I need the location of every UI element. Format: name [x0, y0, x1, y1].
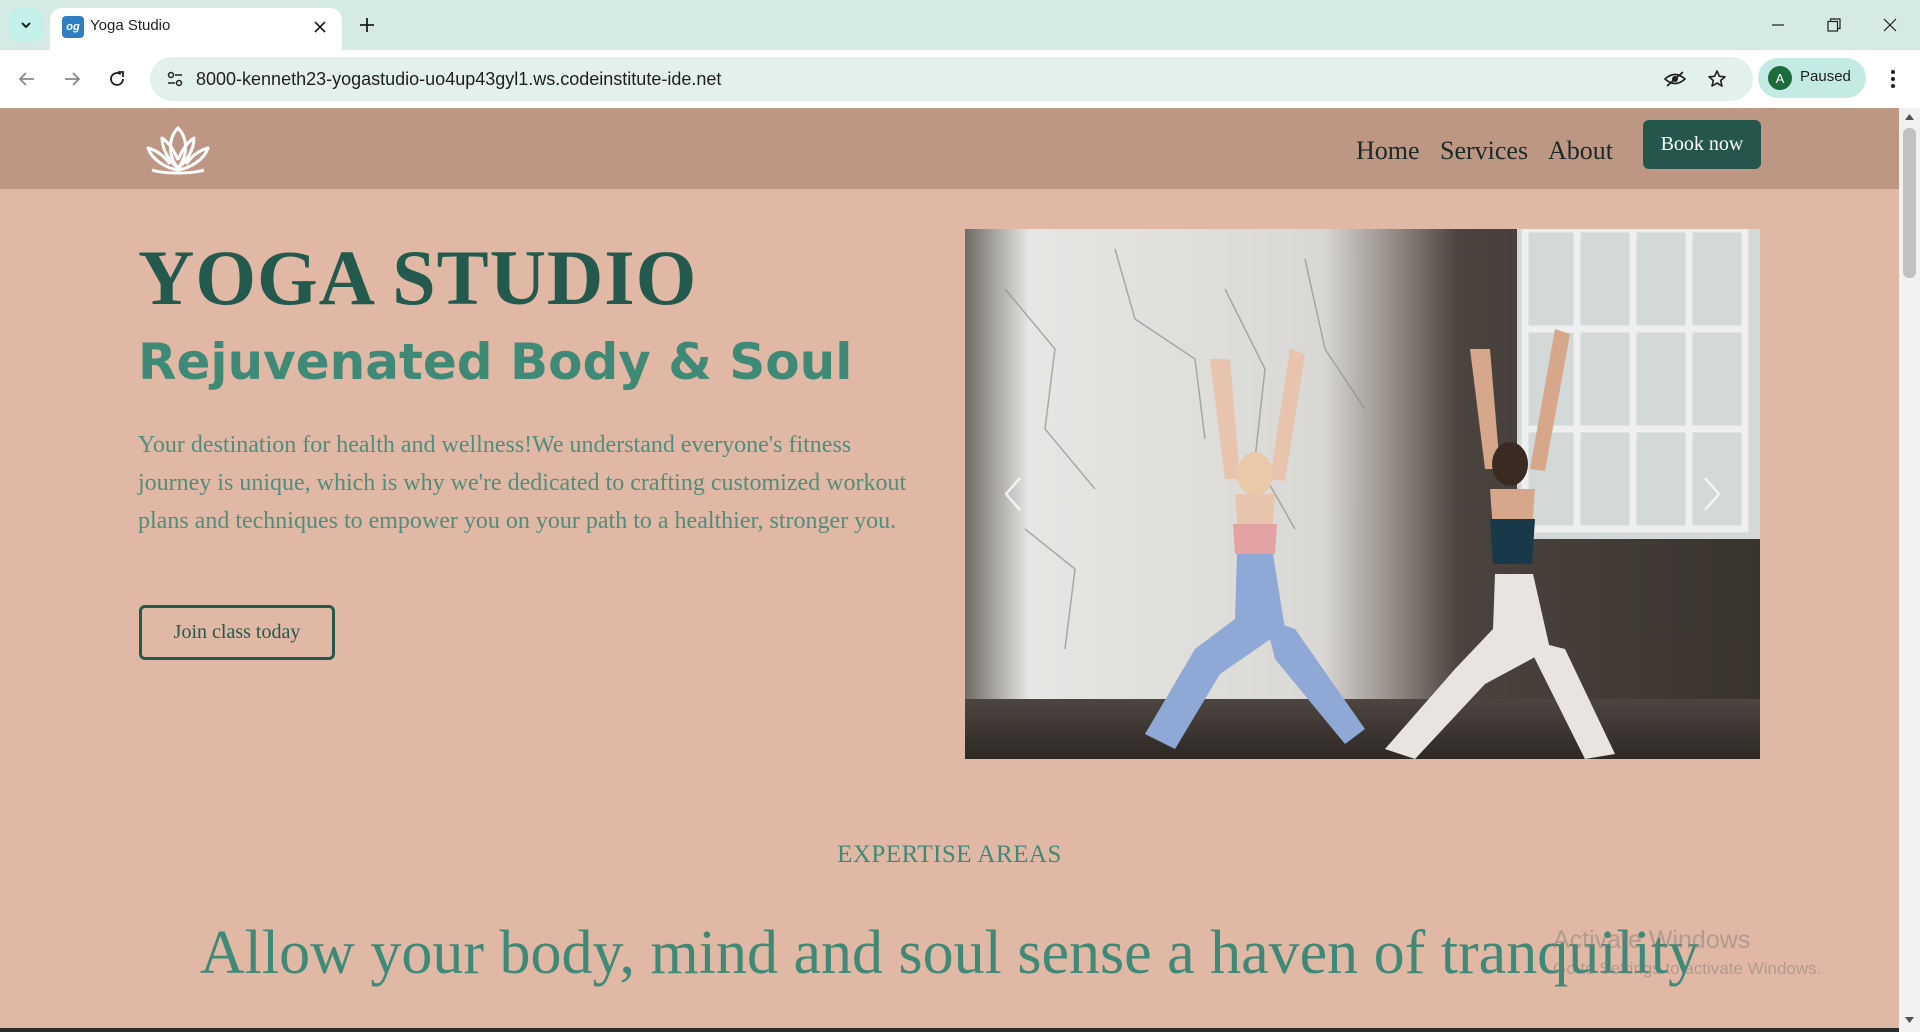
minimize-icon — [1772, 24, 1784, 26]
browser-toolbar: 8000-kenneth23-yogastudio-uo4up43gyl1.ws… — [0, 50, 1920, 108]
back-button[interactable] — [10, 62, 44, 96]
close-icon — [314, 21, 326, 33]
tune-icon — [167, 71, 183, 87]
more-vertical-icon — [1891, 70, 1895, 88]
chevron-right-icon — [1704, 477, 1721, 511]
bookmark-button[interactable] — [1702, 64, 1732, 94]
restore-icon — [1827, 18, 1841, 32]
tab-close-button[interactable] — [308, 15, 332, 39]
scroll-up-arrow-icon[interactable] — [1904, 113, 1915, 121]
new-tab-button[interactable] — [352, 10, 382, 40]
nav-link-home[interactable]: Home — [1356, 136, 1420, 166]
watermark-subtitle: Go to Settings to activate Windows. — [1553, 959, 1822, 978]
eye-off-icon — [1663, 71, 1687, 87]
arrow-left-icon — [18, 72, 34, 86]
hero-subtitle: Rejuvenated Body & Soul — [138, 333, 853, 391]
site-navbar: Home Services About Book now — [0, 108, 1899, 189]
taskbar-edge — [0, 1028, 1899, 1032]
restore-button[interactable] — [1806, 0, 1862, 50]
nav-link-services[interactable]: Services — [1440, 136, 1528, 166]
activate-windows-watermark: Activate Windows Go to Settings to activ… — [1553, 926, 1821, 979]
chevron-down-icon — [21, 22, 31, 29]
lotus-logo-icon[interactable] — [138, 122, 218, 176]
browser-tab[interactable]: og Yoga Studio — [50, 8, 342, 50]
watermark-title: Activate Windows — [1553, 926, 1751, 954]
plus-icon — [360, 18, 374, 32]
expertise-heading: EXPERTISE AREAS — [837, 841, 1062, 868]
yoga-photo — [965, 229, 1760, 759]
arrow-right-icon — [65, 72, 81, 86]
close-window-button[interactable] — [1862, 0, 1918, 50]
star-icon — [1708, 70, 1726, 87]
profile-button[interactable]: A Paused — [1758, 58, 1866, 98]
tab-search-button[interactable] — [9, 8, 43, 42]
browser-titlebar: og Yoga Studio — [0, 0, 1920, 50]
join-class-button[interactable]: Join class today — [139, 605, 335, 660]
scroll-down-arrow-icon[interactable] — [1904, 1016, 1915, 1024]
carousel-next-button[interactable] — [1692, 474, 1732, 514]
page-scrollbar[interactable] — [1899, 108, 1920, 1032]
browser-menu-button[interactable] — [1877, 62, 1909, 96]
reload-button[interactable] — [100, 62, 134, 96]
page-viewport: Home Services About Book now YOGA STUDIO… — [0, 108, 1899, 1032]
close-icon — [1883, 18, 1897, 32]
reload-icon — [110, 71, 124, 86]
hero-carousel — [965, 229, 1760, 759]
profile-status: Paused — [1800, 68, 1851, 85]
book-now-button[interactable]: Book now — [1643, 120, 1761, 169]
tab-title: Yoga Studio — [90, 17, 171, 34]
site-info-button[interactable] — [160, 64, 190, 94]
minimize-button[interactable] — [1750, 0, 1806, 50]
url-text: 8000-kenneth23-yogastudio-uo4up43gyl1.ws… — [196, 69, 722, 89]
hero-description: Your destination for health and wellness… — [138, 432, 907, 534]
hero-title: YOGA STUDIO — [138, 234, 698, 321]
carousel-prev-button[interactable] — [993, 474, 1033, 514]
forward-button[interactable] — [55, 62, 89, 96]
favicon-icon: og — [62, 16, 84, 38]
scrollbar-thumb[interactable] — [1903, 128, 1916, 278]
nav-link-about[interactable]: About — [1548, 136, 1613, 166]
avatar: A — [1768, 66, 1792, 90]
tracking-protection-button[interactable] — [1660, 64, 1690, 94]
address-bar[interactable]: 8000-kenneth23-yogastudio-uo4up43gyl1.ws… — [150, 57, 1753, 101]
chevron-left-icon — [1004, 477, 1021, 511]
